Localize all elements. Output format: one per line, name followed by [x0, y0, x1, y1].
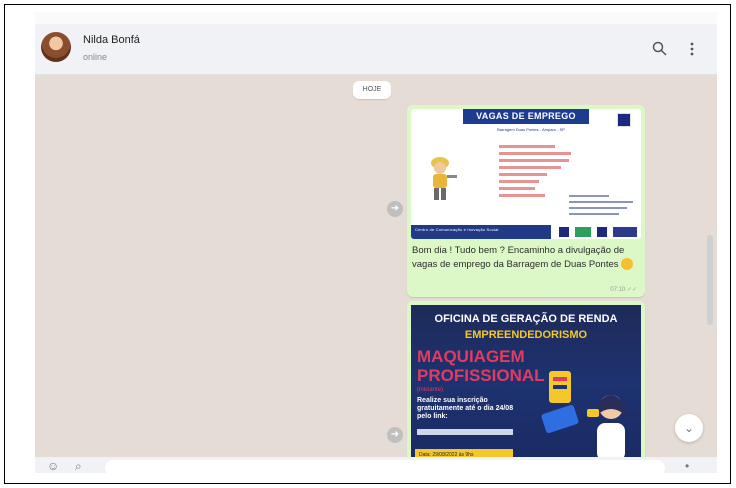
- compose-bar: ☺ ⌕ •: [35, 457, 717, 473]
- headline-line-2: PROFISSIONAL: [417, 366, 545, 385]
- attach-icon[interactable]: ⌕: [75, 459, 89, 473]
- date-divider: HOJE: [353, 81, 391, 99]
- search-icon[interactable]: [651, 40, 669, 58]
- chat-header[interactable]: Nilda Bonfá online: [35, 24, 717, 75]
- whatsapp-web-window: Nilda Bonfá online HOJE ➜ VAGAS DE EMPRE…: [35, 12, 717, 473]
- message-text: Bom dia ! Tudo bem ? Encaminho a divulga…: [412, 244, 642, 272]
- scrollbar[interactable]: [707, 235, 713, 325]
- sponsor-logo: [613, 227, 637, 237]
- message-text-content: Bom dia ! Tudo bem ? Encaminho a divulga…: [412, 245, 625, 270]
- window-top-strip: [35, 12, 717, 24]
- message-area[interactable]: HOJE ➜ VAGAS DE EMPREGO Barragem Duas Po…: [35, 75, 717, 461]
- contact-status: online: [83, 52, 108, 62]
- workshop-link: [417, 429, 513, 435]
- forward-icon[interactable]: ➜: [387, 427, 403, 443]
- workshop-title: OFICINA DE GERAÇÃO DE RENDA: [434, 313, 618, 325]
- phone-illustration: [541, 371, 579, 433]
- double-check-icon: ✓✓: [626, 287, 637, 293]
- workshop-flyer-image[interactable]: OFICINA DE GERAÇÃO DE RENDA EMPREENDEDOR…: [411, 305, 641, 461]
- emoji-icon[interactable]: ☺: [47, 459, 61, 473]
- flyer-subtitle: Barragem Duas Pontes - Amparo - SP: [497, 127, 565, 132]
- worker-illustration: [431, 157, 457, 200]
- workshop-level: (iniciante): [417, 387, 444, 393]
- message-bubble[interactable]: VAGAS DE EMPREGO Barragem Duas Pontes - …: [407, 105, 645, 297]
- more-vertical-icon[interactable]: [683, 40, 701, 58]
- sponsor-logo: [559, 227, 569, 237]
- woman-illustration: [587, 395, 625, 461]
- job-flyer-image[interactable]: VAGAS DE EMPREGO Barragem Duas Pontes - …: [411, 109, 641, 239]
- flyer-contact-info: [569, 195, 633, 219]
- headline-line-1: MAQUIAGEM: [417, 347, 525, 366]
- contact-name: Nilda Bonfá: [83, 34, 140, 46]
- flyer-title: VAGAS DE EMPREGO: [476, 111, 576, 121]
- flyer-job-list: [499, 145, 571, 201]
- flyer-footer-text: Centro de Comunicação e Inovação Social: [415, 227, 499, 232]
- flyer-footer: Centro de Comunicação e Inovação Social: [411, 225, 641, 239]
- flyer-footer-band: Centro de Comunicação e Inovação Social: [411, 225, 551, 239]
- message-bubble[interactable]: OFICINA DE GERAÇÃO DE RENDA EMPREENDEDOR…: [407, 301, 645, 461]
- message-input[interactable]: [105, 460, 665, 473]
- sponsor-logo: [597, 227, 607, 237]
- workshop-headline: MAQUIAGEM PROFISSIONAL: [417, 347, 545, 385]
- workshop-cta: Realize sua inscrição gratuitamente até …: [417, 397, 514, 420]
- chevron-down-icon[interactable]: ⌄: [675, 414, 703, 442]
- flyer-logo: [617, 113, 631, 127]
- microphone-icon[interactable]: •: [685, 459, 699, 473]
- workshop-subtitle: EMPREENDEDORISMO: [464, 329, 588, 341]
- avatar[interactable]: [41, 32, 71, 62]
- smile-emoji-icon: [621, 258, 634, 271]
- message-timestamp: 07:10: [610, 287, 626, 293]
- message-time: 07:10 ✓✓: [610, 286, 637, 293]
- sponsor-logo: [575, 227, 591, 237]
- screenshot-frame: Nilda Bonfá online HOJE ➜ VAGAS DE EMPRE…: [4, 4, 731, 484]
- forward-icon[interactable]: ➜: [387, 201, 403, 217]
